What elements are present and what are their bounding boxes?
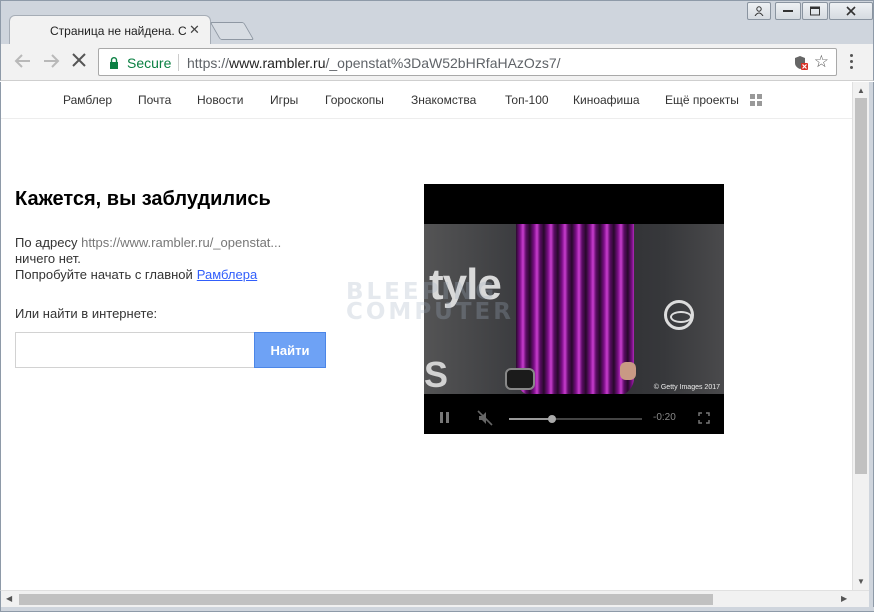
nav-item-kinoafisha[interactable]: Киноафиша [573, 93, 640, 107]
watermark-line-2: COMPUTER [346, 299, 514, 325]
browser-tab[interactable]: Страница не найдена. С ✕ [9, 15, 211, 45]
video-clutch [505, 368, 535, 390]
address-separator [178, 54, 179, 71]
blocked-content-icon[interactable] [794, 55, 808, 71]
maximize-icon [810, 6, 820, 16]
close-icon [846, 6, 856, 16]
search-box[interactable] [15, 332, 255, 368]
url-text: https://www.rambler.ru/_openstat%3DaW52b… [187, 55, 561, 71]
nav-item-more-projects[interactable]: Ещё проекты [665, 93, 739, 107]
address-line: По адресу https://www.rambler.ru/_openst… [15, 235, 281, 251]
try-text: Попробуйте начать с главной [15, 267, 193, 282]
star-icon[interactable]: ☆ [814, 52, 829, 72]
browser-toolbar: Secure https://www.rambler.ru/_openstat%… [0, 44, 874, 81]
profile-button[interactable] [747, 2, 771, 20]
nothing-text: ничего нет. [15, 251, 81, 266]
search-button[interactable]: Найти [254, 332, 326, 368]
fullscreen-icon[interactable] [698, 412, 710, 424]
scroll-down-arrow-icon[interactable]: ▼ [857, 577, 865, 586]
url-host: www.rambler.ru [229, 55, 326, 71]
top-navigation: Рамблер Почта Новости Игры Гороскопы Зна… [1, 82, 852, 119]
tab-title: Страница не найдена. С [50, 24, 186, 38]
user-icon [754, 6, 764, 16]
scroll-left-arrow-icon[interactable]: ◀ [6, 594, 12, 603]
apps-grid-icon[interactable] [750, 94, 763, 107]
page-viewport: Рамблер Почта Новости Игры Гороскопы Зна… [0, 82, 852, 590]
search-label: Или найти в интернете: [15, 306, 158, 321]
maximize-button[interactable] [802, 2, 828, 20]
url-path: /_openstat%3DaW52bHRfaHAzOzs7/ [325, 55, 561, 71]
nav-item-dating[interactable]: Знакомства [411, 93, 476, 107]
video-controls: -0:20 [424, 402, 724, 434]
stop-icon[interactable] [69, 52, 89, 72]
close-window-button[interactable] [829, 2, 873, 20]
url-scheme: https:// [187, 55, 230, 71]
page-title: Кажется, вы заблудились [15, 188, 271, 210]
tab-close-icon[interactable]: ✕ [189, 22, 200, 38]
horizontal-scrollbar[interactable]: ◀ ▶ [0, 590, 869, 607]
forward-arrow-icon[interactable] [41, 52, 61, 72]
video-copyright: © Getty Images 2017 [653, 384, 720, 391]
cbs-eye-logo [664, 300, 694, 330]
address-prefix: По адресу [15, 235, 78, 250]
search-input[interactable] [16, 333, 254, 367]
nav-item-games[interactable]: Игры [270, 93, 298, 107]
video-background-text-2: S [424, 354, 449, 394]
video-progress-knob[interactable] [547, 415, 556, 423]
minimize-button[interactable] [775, 2, 801, 20]
bleeping-computer-watermark: BLEEPING COMPUTER [346, 281, 536, 325]
try-line: Попробуйте начать с главной Рамблера [15, 267, 281, 283]
address-bar[interactable]: Secure https://www.rambler.ru/_openstat%… [98, 48, 837, 76]
video-progress-fill [509, 418, 552, 420]
scroll-up-arrow-icon[interactable]: ▲ [857, 86, 865, 95]
nav-item-news[interactable]: Новости [197, 93, 243, 107]
muted-speaker-icon[interactable] [477, 410, 493, 426]
vertical-scroll-thumb[interactable] [855, 98, 867, 474]
pause-icon[interactable] [440, 412, 449, 423]
menu-icon[interactable] [849, 54, 855, 72]
secure-label: Secure [127, 55, 172, 71]
video-time: -0:20 [653, 412, 676, 423]
video-progress-track[interactable] [509, 415, 642, 423]
scroll-right-arrow-icon[interactable]: ▶ [841, 594, 847, 603]
vertical-scrollbar[interactable]: ▲ ▼ [852, 82, 869, 590]
new-tab-button[interactable] [209, 22, 255, 40]
nav-item-mail[interactable]: Почта [138, 93, 171, 107]
nav-item-horoscopes[interactable]: Гороскопы [325, 93, 384, 107]
not-found-message: По адресу https://www.rambler.ru/_openst… [15, 235, 281, 283]
minimize-icon [783, 10, 793, 12]
window-bottom-border [0, 607, 874, 612]
horizontal-scroll-thumb[interactable] [19, 594, 713, 605]
back-arrow-icon[interactable] [13, 52, 33, 72]
requested-url: https://www.rambler.ru/_openstat... [81, 235, 282, 250]
window-right-border [869, 82, 874, 612]
nav-item-top100[interactable]: Топ-100 [505, 93, 549, 107]
lock-icon [110, 57, 118, 69]
home-link[interactable]: Рамблера [197, 267, 257, 282]
browser-titlebar: Страница не найдена. С ✕ [0, 0, 874, 45]
nav-item-rambler[interactable]: Рамблер [63, 93, 112, 107]
video-hand [620, 362, 636, 380]
